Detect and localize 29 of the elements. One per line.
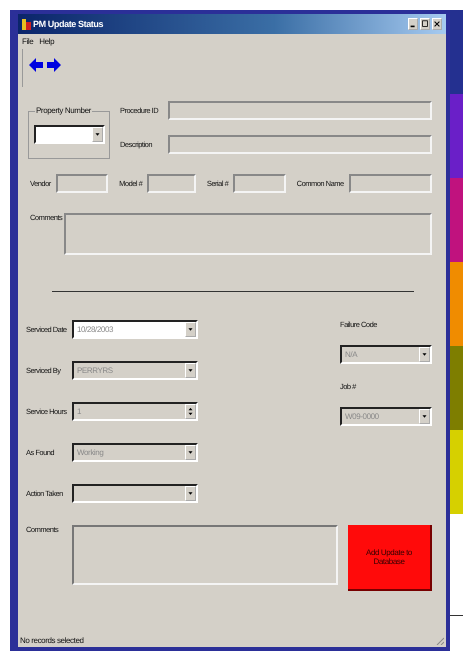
status-text: No records selected bbox=[20, 636, 84, 645]
text-field[interactable] bbox=[348, 174, 432, 193]
close-icon[interactable] bbox=[432, 18, 442, 30]
comments-field[interactable] bbox=[72, 525, 338, 585]
field-value: 1 bbox=[77, 407, 82, 416]
resize-grip-icon bbox=[436, 637, 444, 645]
window-title: PM Update Status bbox=[33, 19, 104, 29]
group-label: Property Number bbox=[35, 106, 92, 115]
add-update-button[interactable]: Add Update to Database bbox=[348, 525, 432, 591]
left-arrow-icon[interactable] bbox=[29, 57, 43, 73]
dropdown-field[interactable]: 10/28/2003 bbox=[72, 320, 198, 339]
right-arrow-icon[interactable] bbox=[47, 57, 61, 73]
minimize-icon[interactable] bbox=[408, 18, 418, 30]
field-value: Working bbox=[77, 448, 104, 457]
text-field[interactable] bbox=[147, 174, 196, 193]
comments-field[interactable] bbox=[64, 213, 432, 255]
app-icon bbox=[22, 18, 31, 30]
menu-item[interactable]: Help bbox=[39, 37, 54, 46]
maximize-icon[interactable] bbox=[420, 18, 430, 30]
field-value: 10/28/2003 bbox=[77, 325, 114, 334]
text-field[interactable] bbox=[233, 174, 286, 193]
menu-item[interactable]: File bbox=[22, 37, 34, 46]
text-field[interactable] bbox=[168, 135, 432, 154]
text-field[interactable] bbox=[56, 174, 108, 193]
dropdown-field[interactable] bbox=[34, 125, 105, 144]
field-value: W09-0000 bbox=[345, 412, 380, 421]
field-value: N/A bbox=[345, 350, 358, 359]
field-value: PERRYRS bbox=[77, 366, 114, 375]
text-field[interactable] bbox=[168, 101, 432, 120]
